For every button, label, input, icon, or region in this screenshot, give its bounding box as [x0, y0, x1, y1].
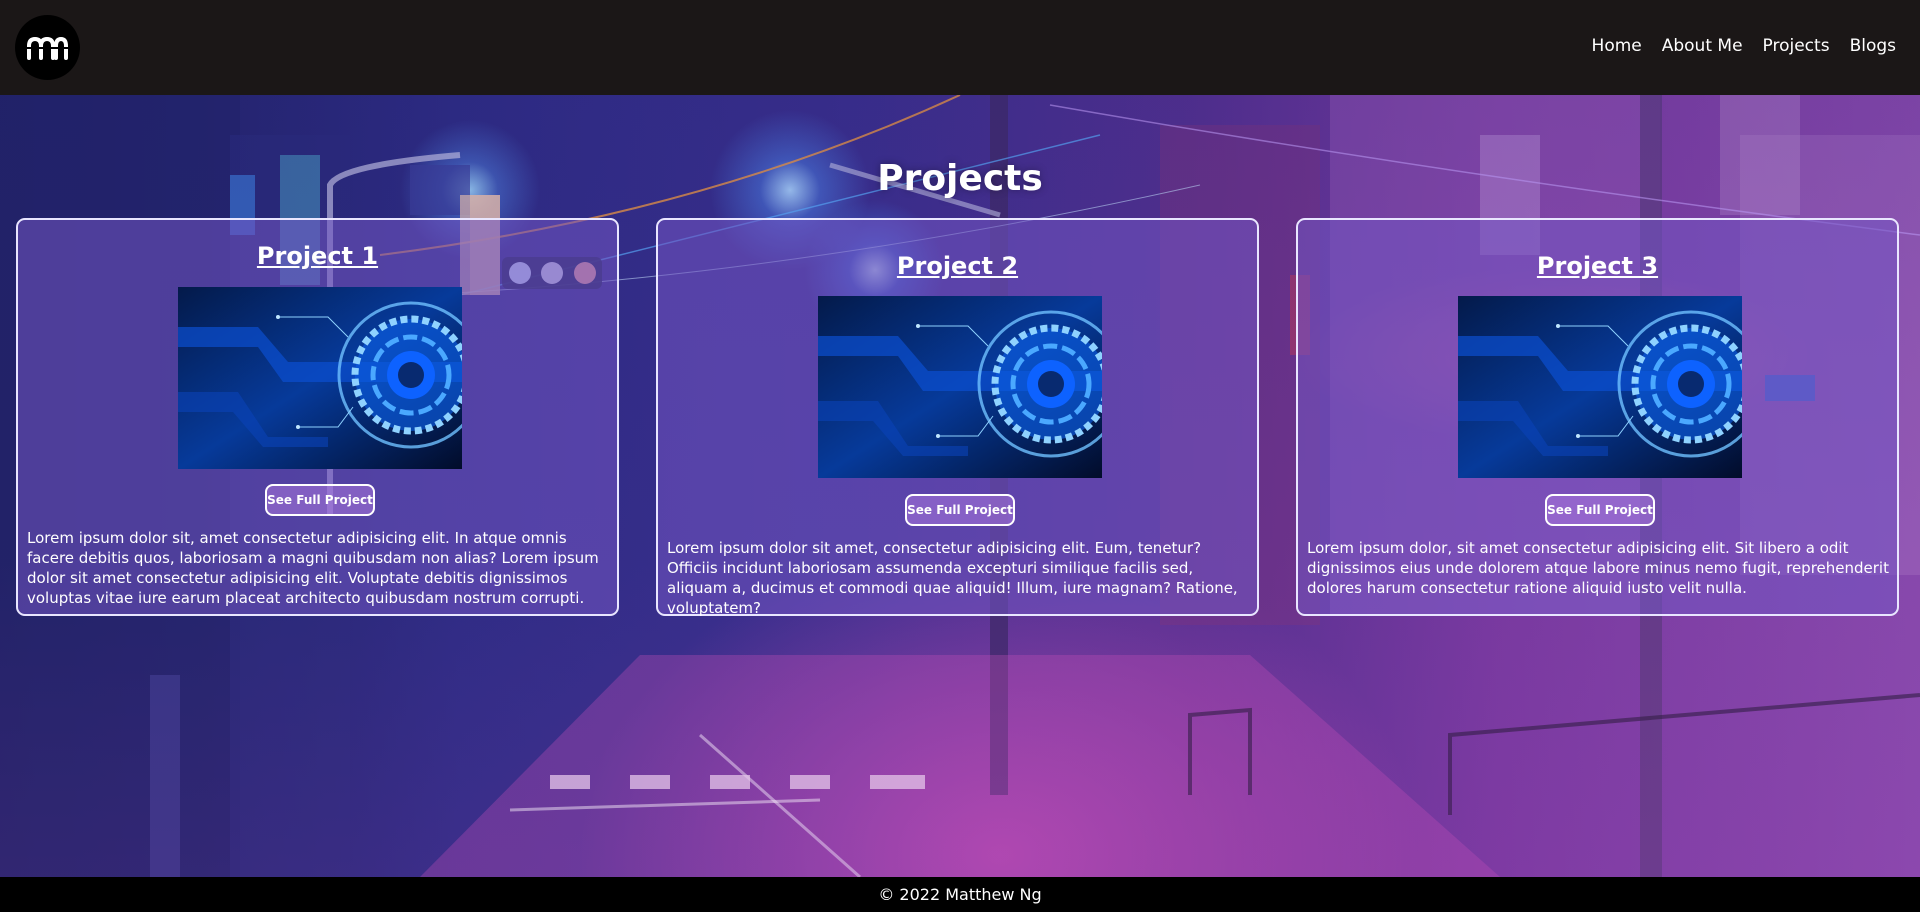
see-full-project-button-2[interactable]: See Full Project	[905, 494, 1015, 526]
page-title: Projects	[877, 158, 1043, 199]
project-card-1: Project 1 See Full Project Lorem ipsum d…	[16, 218, 619, 616]
copyright-text: © 2022 Matthew Ng	[878, 885, 1042, 904]
main-nav: Home About Me Projects Blogs	[1592, 36, 1896, 56]
nav-projects[interactable]: Projects	[1763, 36, 1830, 56]
project-description-1: Lorem ipsum dolor sit, amet consectetur …	[27, 529, 599, 607]
project-title-link-3[interactable]: Project 3	[1298, 252, 1897, 280]
project-title-link-2[interactable]: Project 2	[658, 252, 1257, 280]
project-description-2: Lorem ipsum dolor sit amet, consectetur …	[667, 539, 1238, 617]
circuit-tech-image	[178, 287, 462, 469]
site-header: Home About Me Projects Blogs	[0, 0, 1920, 95]
nav-about-me[interactable]: About Me	[1662, 36, 1743, 56]
see-full-project-button-3[interactable]: See Full Project	[1545, 494, 1655, 526]
mn-monogram-icon[interactable]	[15, 15, 80, 80]
nav-blogs[interactable]: Blogs	[1850, 36, 1896, 56]
nav-home[interactable]: Home	[1592, 36, 1642, 56]
circuit-tech-image	[1458, 296, 1742, 478]
circuit-tech-image	[818, 296, 1102, 478]
project-card-3: Project 3 See Full Project Lorem ipsum d…	[1296, 218, 1899, 616]
project-title-link-1[interactable]: Project 1	[18, 242, 617, 270]
see-full-project-button-1[interactable]: See Full Project	[265, 484, 375, 516]
project-card-2: Project 2 See Full Project Lorem ipsum d…	[656, 218, 1259, 617]
project-description-3: Lorem ipsum dolor, sit amet consectetur …	[1307, 539, 1889, 597]
site-footer: © 2022 Matthew Ng	[0, 877, 1920, 912]
